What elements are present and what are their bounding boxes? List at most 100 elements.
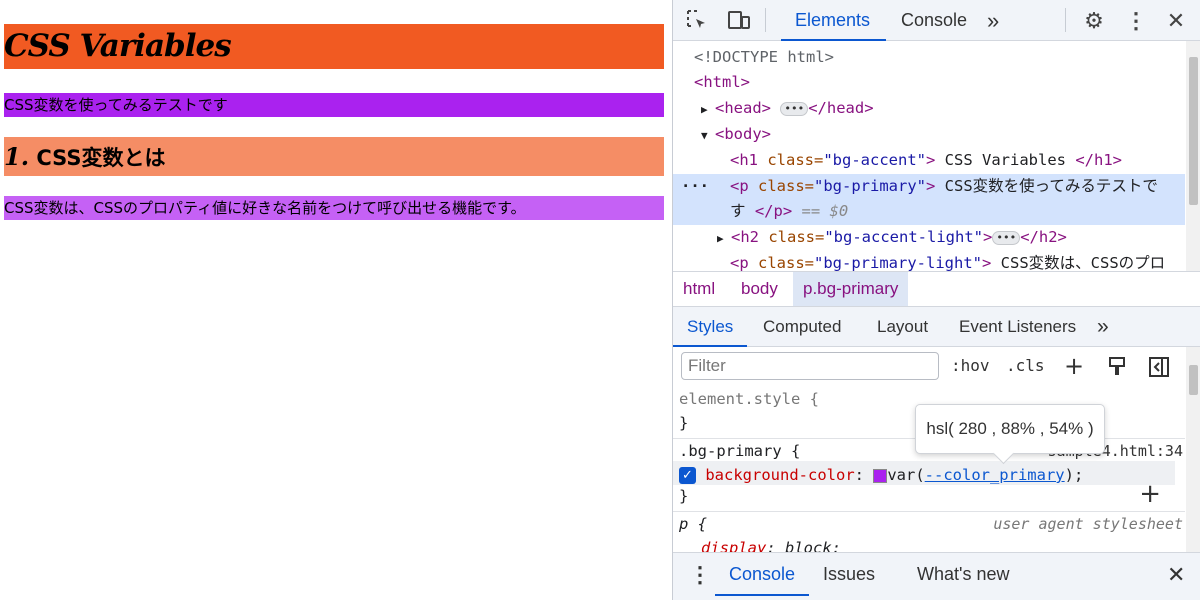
hover-state-toggle[interactable]: :hov <box>951 352 990 380</box>
heading-text: CSS変数とは <box>29 146 166 170</box>
dom-h1-close: </h1> <box>1075 151 1122 169</box>
ua-selector[interactable]: p { <box>679 512 707 536</box>
dom-body[interactable]: ▼ <body> <box>701 122 771 147</box>
expand-triangle-icon[interactable]: ▶ <box>717 226 731 251</box>
breadcrumb-body[interactable]: body <box>741 272 778 306</box>
styles-subtabs: Styles Computed Layout Event Listeners » <box>672 307 1200 347</box>
dom-p-bracket: > <box>926 177 936 195</box>
close-drawer-icon[interactable]: ✕ <box>1167 553 1185 596</box>
devtools-panel: Elements Console » ⚙ ⋮ ✕ <!DOCTYPE html>… <box>672 0 1200 600</box>
styles-filter-row: Filter :hov .cls + <box>673 347 1200 387</box>
device-toolbar-icon[interactable] <box>726 8 752 34</box>
dom-node-menu-icon[interactable]: ··· <box>681 174 709 199</box>
dom-h2-val: "bg-accent-light" <box>824 228 983 246</box>
dom-p2-bracket: > <box>982 254 992 271</box>
breadcrumb-p-bg-primary[interactable]: p.bg-primary <box>793 272 909 306</box>
dom-selected-marker: == $0 <box>792 202 849 220</box>
dom-h2-open: <h2 <box>731 228 759 246</box>
collapsed-ellipsis-icon[interactable]: ••• <box>992 230 1021 245</box>
paragraph-bg-primary-light: CSS変数は、CSSのプロパティ値に好きな名前をつけて呼び出せる機能です。 <box>4 196 664 220</box>
class-toggle[interactable]: .cls <box>1006 352 1045 380</box>
dom-head[interactable]: ▶ <head> ••• </head> <box>701 96 874 121</box>
dom-p2[interactable]: <p class="bg-primary-light"> CSS変数は、CSSの… <box>730 251 1165 271</box>
dom-p-text-cont: す <box>730 202 755 220</box>
tab-console[interactable]: Console <box>901 0 967 41</box>
dom-p-close: </p> <box>754 202 793 220</box>
tab-elements[interactable]: Elements <box>780 0 887 41</box>
ua-prop: display <box>701 539 767 552</box>
dom-p-open: <p <box>730 177 749 195</box>
dom-p-selected-cont[interactable]: す </p> == $0 <box>730 199 848 224</box>
console-drawer: ⋮ Console Issues What's new ✕ <box>673 552 1200 600</box>
close-devtools-icon[interactable]: ✕ <box>1163 8 1189 34</box>
styles-scroll-thumb[interactable] <box>1189 365 1198 395</box>
toggle-sidebar-icon[interactable] <box>1148 352 1170 380</box>
rule-selector-bg-primary[interactable]: .bg-primary { <box>679 439 800 463</box>
collapse-triangle-icon[interactable]: ▼ <box>701 123 715 148</box>
dom-html-tag: <html> <box>694 73 750 91</box>
color-value-tooltip: hsl( 280 , 88% , 54% ) <box>915 404 1105 454</box>
dom-h2[interactable]: ▶ <h2 class="bg-accent-light"> ••• </h2> <box>717 225 1067 250</box>
styles-scrollbar[interactable] <box>1186 347 1200 552</box>
inspect-element-icon[interactable] <box>684 8 710 34</box>
dom-h1-bracket: > <box>926 151 936 169</box>
property-name[interactable]: background-color <box>705 466 854 484</box>
elements-scroll-thumb[interactable] <box>1189 57 1198 205</box>
declaration-checkbox[interactable]: ✓ <box>679 467 696 484</box>
dom-p-attr: class= <box>758 177 815 195</box>
dom-head-close: </head> <box>808 99 874 117</box>
tab-computed[interactable]: Computed <box>763 307 841 347</box>
dom-h1-text: CSS Variables <box>935 151 1076 169</box>
dom-h1-val: "bg-accent" <box>823 151 926 169</box>
paragraph-bg-primary: CSS変数を使ってみるテストです <box>4 93 664 117</box>
color-swatch[interactable] <box>873 468 888 483</box>
breadcrumb-html[interactable]: html <box>683 272 715 306</box>
add-declaration-icon[interactable]: + <box>1139 481 1161 507</box>
drawer-menu-icon[interactable]: ⋮ <box>689 553 711 596</box>
more-subtabs-icon[interactable]: » <box>1097 307 1109 347</box>
heading-number: 1. <box>4 142 30 171</box>
dom-p-selected[interactable]: <p class="bg-primary"> CSS変数を使ってみるテストで <box>730 174 1158 199</box>
dom-h1[interactable]: <h1 class="bg-accent"> CSS Variables </h… <box>730 148 1122 173</box>
heading-bg-accent: CSS Variables <box>4 24 664 69</box>
drawer-tab-issues[interactable]: Issues <box>823 553 875 596</box>
drawer-tab-whats-new[interactable]: What's new <box>917 553 1009 596</box>
settings-gear-icon[interactable]: ⚙ <box>1081 8 1107 34</box>
var-open: var( <box>887 466 925 484</box>
declaration-background-color[interactable]: ✓ background-color: var(--color_primary)… <box>679 463 1083 487</box>
tab-layout[interactable]: Layout <box>877 307 928 347</box>
styles-filter-input[interactable]: Filter <box>681 352 939 380</box>
page-title: CSS Variables <box>4 28 232 64</box>
dom-p-text: CSS変数を使ってみるテストで <box>935 177 1158 195</box>
elements-scrollbar[interactable] <box>1186 41 1200 271</box>
toolbar-separator <box>765 8 766 32</box>
dom-p2-val: "bg-primary-light" <box>814 254 982 271</box>
css-variable-link[interactable]: --color_primary <box>925 466 1065 484</box>
user-agent-stylesheet-label: user agent stylesheet <box>993 515 1183 533</box>
more-options-icon[interactable]: ⋮ <box>1123 8 1149 34</box>
tab-event-listeners[interactable]: Event Listeners <box>959 307 1076 347</box>
paint-brush-icon[interactable] <box>1107 352 1127 380</box>
dom-body-open: <body> <box>715 125 771 143</box>
expand-triangle-icon[interactable]: ▶ <box>701 97 715 122</box>
drawer-tab-console[interactable]: Console <box>714 553 810 596</box>
devtools-toolbar: Elements Console » ⚙ ⋮ ✕ <box>673 0 1200 41</box>
toolbar-separator <box>1065 8 1066 32</box>
dom-head-open: <head> <box>715 99 771 117</box>
dom-h2-bracket: > <box>982 228 993 246</box>
element-style-selector[interactable]: element.style { <box>679 387 819 411</box>
dom-h1-open: <h1 <box>730 151 758 169</box>
ua-colon: : <box>766 539 785 552</box>
elements-dom-tree: <!DOCTYPE html> <html> ▶ <head> ••• </head… <box>673 41 1185 271</box>
dom-p2-text: CSS変数は、CSSのプロ <box>991 254 1166 271</box>
rendered-page: CSS Variables CSS変数を使ってみるテストです 1. CSS変数と… <box>0 0 672 600</box>
collapsed-ellipsis-icon[interactable]: ••• <box>780 101 809 116</box>
dom-html[interactable]: <html> <box>694 70 750 95</box>
tab-styles[interactable]: Styles <box>672 307 748 347</box>
ua-declaration[interactable]: display: block; <box>701 536 841 552</box>
new-style-rule-icon[interactable]: + <box>1064 352 1084 380</box>
more-tabs-icon[interactable]: » <box>987 0 999 41</box>
var-close: ); <box>1064 466 1084 484</box>
dom-doctype[interactable]: <!DOCTYPE html> <box>694 45 834 70</box>
ua-val: block; <box>785 539 841 552</box>
